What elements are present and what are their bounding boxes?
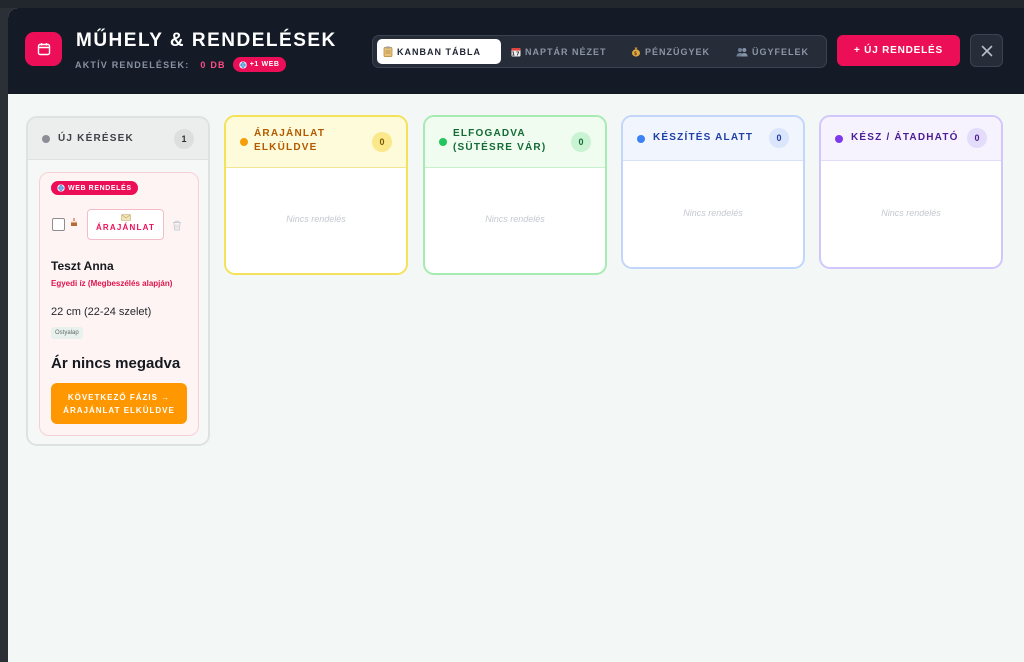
- column-header: KÉSZÍTÉS ALATT 0: [623, 117, 803, 161]
- status-dot: [240, 138, 248, 146]
- column-title: KÉSZÍTÉS ALATT: [653, 132, 754, 143]
- top-strip: [0, 0, 1024, 8]
- next-phase-button[interactable]: KÖVETKEZŐ FÁZIS → ÁRAJÁNLAT ELKÜLDVE: [51, 383, 187, 424]
- column-new-requests: ÚJ KÉRÉSEK 1 WEB RENDELÉS ÁRAJÁNLAT Tesz…: [26, 116, 210, 446]
- status-dot: [835, 135, 843, 143]
- web-order-badge: WEB RENDELÉS: [51, 181, 138, 195]
- column-count-badge: 0: [967, 128, 987, 148]
- column-count-badge: 0: [769, 128, 789, 148]
- envelope-icon: [120, 214, 131, 221]
- column-title: KÉSZ / ÁTADHATÓ: [851, 132, 959, 143]
- close-button[interactable]: [970, 34, 1003, 67]
- globe-icon: [239, 60, 247, 69]
- tab-customers-label: ÜGYFELEK: [752, 46, 810, 57]
- tab-kanban-label: KANBAN TÁBLA: [397, 46, 481, 57]
- order-size: 22 cm (22-24 szelet): [51, 306, 152, 318]
- empty-state: Nincs rendelés: [286, 214, 346, 224]
- globe-icon: [57, 184, 65, 192]
- page-title: MŰHELY & RENDELÉSEK: [76, 30, 337, 51]
- column-count-badge: 0: [372, 132, 392, 152]
- order-price: Ár nincs megadva: [51, 355, 181, 372]
- empty-state: Nincs rendelés: [485, 214, 545, 224]
- active-orders-row: AKTÍV RENDELÉSEK: 0 DB +1 WEB: [75, 57, 286, 72]
- tab-calendar-label: NAPTÁR NÉZET: [525, 46, 607, 57]
- column-header: ELFOGADVA (SÜTÉSRE VÁR) 0: [425, 117, 605, 168]
- empty-state: Nincs rendelés: [881, 208, 941, 218]
- order-card[interactable]: WEB RENDELÉS ÁRAJÁNLAT Teszt Anna Egyedi…: [39, 172, 199, 436]
- trash-icon[interactable]: [172, 218, 182, 236]
- column-count-badge: 1: [174, 129, 194, 149]
- column-ready: KÉSZ / ÁTADHATÓ 0 Nincs rendelés: [819, 115, 1003, 269]
- svg-text:17: 17: [512, 51, 521, 56]
- active-orders-label: AKTÍV RENDELÉSEK:: [75, 59, 190, 70]
- users-icon: [736, 47, 748, 57]
- column-title: ELFOGADVA (SÜTÉSRE VÁR): [453, 128, 547, 153]
- tab-finances[interactable]: $ PÉNZÜGYEK: [625, 39, 719, 64]
- column-in-progress: KÉSZÍTÉS ALATT 0 Nincs rendelés: [621, 115, 805, 269]
- calendar-logo-icon: [25, 32, 62, 66]
- tab-calendar[interactable]: 17 NAPTÁR NÉZET: [505, 39, 613, 64]
- order-flavor: Egyedi íz (Megbeszélés alapján): [51, 279, 173, 288]
- tab-customers[interactable]: ÜGYFELEK: [730, 39, 814, 64]
- column-header: ÁRAJÁNLAT ELKÜLDVE 0: [226, 117, 406, 168]
- empty-state: Nincs rendelés: [683, 208, 743, 218]
- new-order-button[interactable]: + ÚJ RENDELÉS: [837, 35, 960, 66]
- next-phase-label-line1: KÖVETKEZŐ FÁZIS →: [67, 392, 171, 402]
- view-tabs: KANBAN TÁBLA 17 NAPTÁR NÉZET $ PÉNZÜGYEK…: [372, 35, 827, 68]
- calendar-icon: 17: [511, 47, 521, 57]
- web-order-badge-label: WEB RENDELÉS: [68, 184, 132, 192]
- column-header: KÉSZ / ÁTADHATÓ 0: [821, 117, 1001, 161]
- web-orders-pill[interactable]: +1 WEB: [232, 57, 286, 72]
- next-phase-label-line2: ÁRAJÁNLAT ELKÜLDVE: [63, 405, 175, 415]
- status-dot: [637, 135, 645, 143]
- column-quote-sent: ÁRAJÁNLAT ELKÜLDVE 0 Nincs rendelés: [224, 115, 408, 275]
- active-orders-count: 0 DB: [200, 59, 226, 70]
- send-quote-label: ÁRAJÁNLAT: [95, 223, 156, 232]
- column-title: ÚJ KÉRÉSEK: [58, 133, 134, 144]
- header: MŰHELY & RENDELÉSEK AKTÍV RENDELÉSEK: 0 …: [8, 8, 1024, 94]
- status-dot: [439, 138, 447, 146]
- close-icon: [981, 45, 992, 56]
- clipboard-icon: [383, 46, 393, 57]
- tab-kanban[interactable]: KANBAN TÁBLA: [377, 39, 501, 64]
- select-checkbox[interactable]: [52, 218, 65, 231]
- cake-icon: [70, 217, 78, 229]
- money-bag-icon: $: [631, 46, 641, 57]
- column-title: ÁRAJÁNLAT ELKÜLDVE: [254, 128, 326, 153]
- column-count-badge: 0: [571, 132, 591, 152]
- base-tag: Ostyalap: [51, 327, 83, 339]
- column-header: ÚJ KÉRÉSEK 1: [28, 118, 208, 160]
- web-orders-pill-label: +1 WEB: [249, 61, 280, 68]
- send-quote-button[interactable]: ÁRAJÁNLAT: [87, 209, 164, 240]
- status-dot: [42, 135, 50, 143]
- tab-finances-label: PÉNZÜGYEK: [645, 46, 711, 57]
- app-window: MŰHELY & RENDELÉSEK AKTÍV RENDELÉSEK: 0 …: [8, 8, 1024, 662]
- customer-name: Teszt Anna: [51, 259, 114, 273]
- column-accepted: ELFOGADVA (SÜTÉSRE VÁR) 0 Nincs rendelés: [423, 115, 607, 275]
- svg-text:$: $: [634, 51, 638, 57]
